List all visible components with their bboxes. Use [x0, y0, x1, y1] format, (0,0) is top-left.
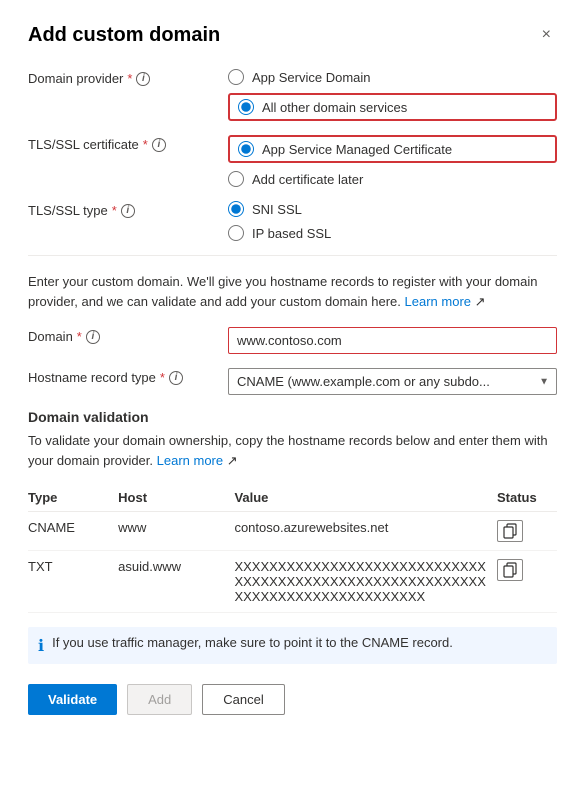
row-2-copy — [497, 551, 557, 613]
all-other-domain-label: All other domain services — [262, 100, 407, 115]
table-row: TXT asuid.www XXXXXXXXXXXXXXXXXXXXXXXXXX… — [28, 551, 557, 613]
domain-field-label: Domain * i — [28, 327, 228, 344]
domain-validation-section: Domain validation To validate your domai… — [28, 409, 557, 613]
tls-certificate-row: TLS/SSL certificate * i App Service Mana… — [28, 135, 557, 187]
tls-type-controls: SNI SSL IP based SSL — [228, 201, 557, 241]
app-service-domain-radio[interactable] — [228, 69, 244, 85]
tls-certificate-info-icon[interactable]: i — [152, 138, 166, 152]
hostname-record-select-wrapper: CNAME (www.example.com or any subdo... A… — [228, 368, 557, 395]
add-cert-later-label: Add certificate later — [252, 172, 363, 187]
domain-validation-desc: To validate your domain ownership, copy … — [28, 431, 557, 470]
tls-certificate-label: TLS/SSL certificate * i — [28, 135, 228, 152]
domain-provider-row: Domain provider * i App Service Domain A… — [28, 69, 557, 121]
dialog-header: Add custom domain × — [28, 24, 557, 47]
domain-validation-table: Type Host Value Status CNAME www contoso… — [28, 484, 557, 613]
tls-type-label: TLS/SSL type * i — [28, 201, 228, 218]
info-text-block: Enter your custom domain. We'll give you… — [28, 272, 557, 311]
row-1-copy — [497, 512, 557, 551]
row-1-type: CNAME — [28, 512, 118, 551]
app-service-managed-option[interactable]: App Service Managed Certificate — [238, 141, 452, 157]
app-service-domain-option[interactable]: App Service Domain — [228, 69, 557, 85]
sni-ssl-label: SNI SSL — [252, 202, 302, 217]
table-row: CNAME www contoso.azurewebsites.net — [28, 512, 557, 551]
col-value: Value — [234, 484, 497, 512]
ip-ssl-label: IP based SSL — [252, 226, 331, 241]
col-status: Status — [497, 484, 557, 512]
row-1-value: contoso.azurewebsites.net — [234, 512, 497, 551]
hostname-record-info-icon[interactable]: i — [169, 371, 183, 385]
domain-provider-info-icon[interactable]: i — [136, 72, 150, 86]
copy-icon-2 — [502, 562, 518, 578]
all-other-domain-radio[interactable] — [238, 99, 254, 115]
app-service-domain-label: App Service Domain — [252, 70, 371, 85]
close-button[interactable]: × — [536, 24, 557, 46]
sni-ssl-radio[interactable] — [228, 201, 244, 217]
domain-provider-controls: App Service Domain All other domain serv… — [228, 69, 557, 121]
app-service-managed-radio[interactable] — [238, 141, 254, 157]
tls-type-row: TLS/SSL type * i SNI SSL IP based SSL — [28, 201, 557, 241]
domain-field-controls — [228, 327, 557, 354]
domain-field-info-icon[interactable]: i — [86, 330, 100, 344]
domain-provider-label: Domain provider * i — [28, 69, 228, 86]
row-2-type: TXT — [28, 551, 118, 613]
domain-validation-title: Domain validation — [28, 409, 557, 425]
cancel-button[interactable]: Cancel — [202, 684, 284, 715]
tls-type-info-icon[interactable]: i — [121, 204, 135, 218]
all-other-domain-option[interactable]: All other domain services — [238, 99, 407, 115]
add-cert-later-radio[interactable] — [228, 171, 244, 187]
add-cert-later-option[interactable]: Add certificate later — [228, 171, 557, 187]
row-2-value: XXXXXXXXXXXXXXXXXXXXXXXXXXXXXXXXXXXXXXXX… — [234, 551, 497, 613]
ip-ssl-option[interactable]: IP based SSL — [228, 225, 557, 241]
hostname-record-label: Hostname record type * i — [28, 368, 228, 385]
sni-ssl-option[interactable]: SNI SSL — [228, 201, 557, 217]
row-2-host: asuid.www — [118, 551, 234, 613]
hostname-record-row: Hostname record type * i CNAME (www.exam… — [28, 368, 557, 395]
copy-icon-1 — [502, 523, 518, 539]
row-1-host: www — [118, 512, 234, 551]
dialog-title: Add custom domain — [28, 24, 220, 47]
tls-certificate-controls: App Service Managed Certificate Add cert… — [228, 135, 557, 187]
learn-more-link-1[interactable]: Learn more — [405, 294, 471, 309]
all-other-domain-highlighted: All other domain services — [228, 93, 557, 121]
ip-ssl-radio[interactable] — [228, 225, 244, 241]
domain-input[interactable] — [228, 327, 557, 354]
notice-text: If you use traffic manager, make sure to… — [52, 635, 453, 650]
info-circle-icon: ℹ — [38, 636, 44, 656]
table-body: CNAME www contoso.azurewebsites.net — [28, 512, 557, 613]
hostname-record-select[interactable]: CNAME (www.example.com or any subdo... A… — [228, 368, 557, 395]
col-host: Host — [118, 484, 234, 512]
app-service-managed-highlighted: App Service Managed Certificate — [228, 135, 557, 163]
app-service-managed-label: App Service Managed Certificate — [262, 142, 452, 157]
table-header: Type Host Value Status — [28, 484, 557, 512]
notice-block: ℹ If you use traffic manager, make sure … — [28, 627, 557, 664]
validate-button[interactable]: Validate — [28, 684, 117, 715]
add-button: Add — [127, 684, 192, 715]
copy-button-2[interactable] — [497, 559, 523, 581]
copy-button-1[interactable] — [497, 520, 523, 542]
hostname-record-controls: CNAME (www.example.com or any subdo... A… — [228, 368, 557, 395]
domain-field-row: Domain * i — [28, 327, 557, 354]
add-custom-domain-dialog: Add custom domain × Domain provider * i … — [0, 0, 585, 812]
learn-more-link-2[interactable]: Learn more — [157, 453, 223, 468]
col-type: Type — [28, 484, 118, 512]
divider-1 — [28, 255, 557, 256]
footer-buttons: Validate Add Cancel — [28, 684, 557, 715]
